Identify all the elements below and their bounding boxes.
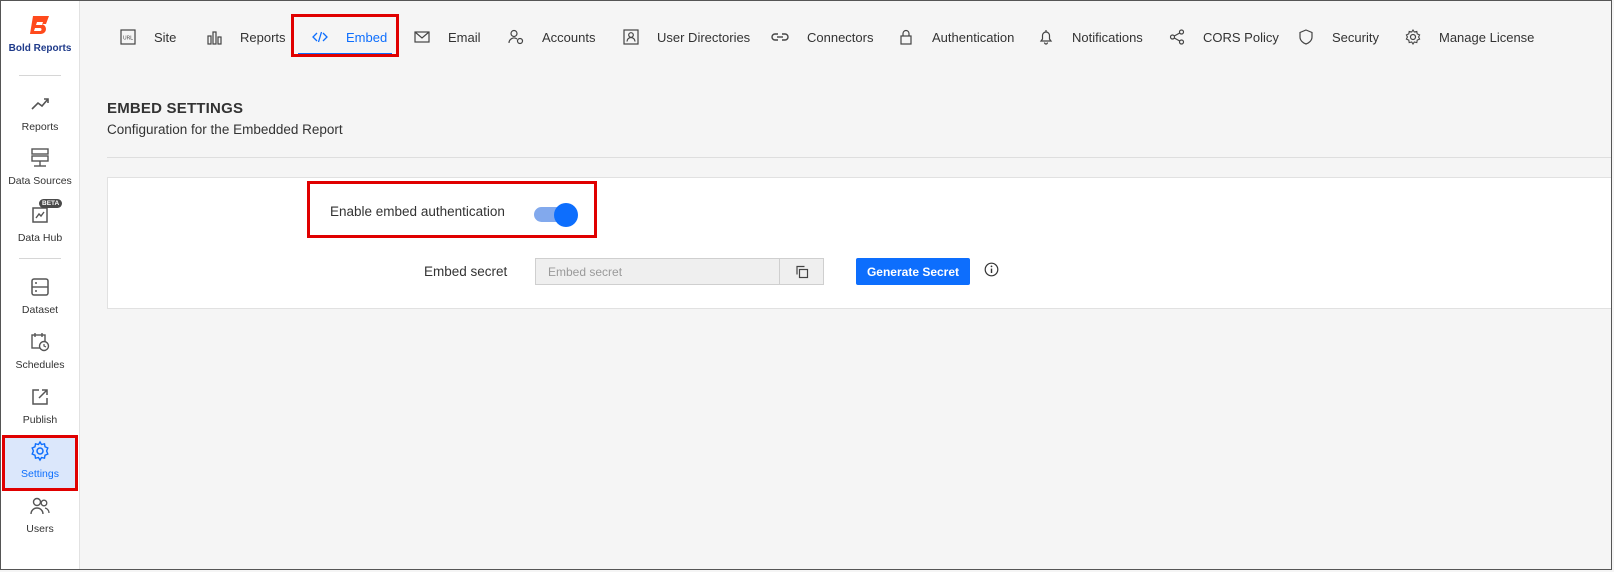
tab-accounts[interactable]: Accounts	[508, 15, 595, 59]
data-sources-icon	[31, 148, 49, 167]
bell-icon	[1039, 30, 1053, 45]
sidebar-item-schedules[interactable]: Schedules	[1, 331, 79, 383]
tab-label: Notifications	[1072, 29, 1143, 45]
users-icon	[30, 497, 50, 515]
sidebar-item-label: Data Sources	[8, 175, 72, 187]
copy-secret-button[interactable]	[779, 258, 824, 285]
brand-logo[interactable]: Bold Reports	[1, 13, 79, 54]
sidebar-item-reports[interactable]: Reports	[1, 93, 79, 145]
sidebar-item-settings[interactable]: Settings	[2, 435, 78, 491]
svg-text:URL: URL	[123, 36, 133, 42]
tab-security[interactable]: Security	[1298, 15, 1379, 59]
tab-notifications[interactable]: Notifications	[1038, 15, 1143, 59]
calendar-clock-icon	[31, 333, 50, 352]
tab-email[interactable]: Email	[414, 15, 481, 59]
sidebar-item-label: Settings	[21, 468, 59, 480]
lock-icon	[900, 29, 912, 45]
tab-label: Manage License	[1439, 29, 1535, 45]
contact-card-icon	[623, 29, 639, 45]
sidebar-item-label: Publish	[22, 414, 58, 426]
tab-label: Connectors	[807, 29, 874, 45]
tab-cors-policy[interactable]: CORS Policy	[1169, 15, 1279, 59]
sidebar-item-label: Data Hub	[17, 232, 63, 244]
toggle-knob	[554, 203, 578, 227]
embed-auth-label: Enable embed authentication	[330, 204, 505, 219]
copy-icon	[795, 265, 808, 278]
sidebar-item-label: Dataset	[21, 304, 59, 316]
tab-connectors[interactable]: Connectors	[771, 15, 873, 59]
tab-label: Site	[154, 29, 177, 45]
tab-label: Email	[448, 29, 481, 45]
beta-badge: BETA	[39, 199, 63, 208]
sidebar-item-label: Users	[26, 523, 54, 535]
link-icon	[771, 33, 789, 41]
tab-user-directories[interactable]: User Directories	[623, 15, 750, 59]
gear-icon	[31, 440, 49, 462]
bar-chart-icon	[207, 31, 222, 45]
generate-secret-button[interactable]: Generate Secret	[856, 258, 970, 285]
tab-label: CORS Policy	[1203, 29, 1279, 45]
sidebar-item-data-hub[interactable]: BETA Data Hub	[1, 199, 79, 256]
info-icon[interactable]	[984, 262, 999, 277]
embed-secret-label: Embed secret	[424, 264, 508, 279]
sidebar-item-label: Reports	[21, 121, 59, 133]
dataset-icon	[31, 278, 49, 296]
content-divider	[107, 157, 1612, 158]
brand-name: Bold Reports	[8, 43, 72, 54]
bold-reports-logo-icon	[30, 16, 49, 34]
tab-label: User Directories	[657, 29, 751, 45]
tab-label: Security	[1332, 29, 1379, 45]
tab-site[interactable]: URL Site	[120, 15, 176, 59]
page-subtitle: Configuration for the Embedded Report	[107, 122, 343, 137]
sidebar-divider	[19, 258, 61, 259]
tab-manage-license[interactable]: Manage License	[1405, 15, 1534, 59]
sidebar-divider	[19, 75, 61, 76]
embed-tab-highlight-box	[291, 14, 399, 57]
shield-icon	[1299, 29, 1313, 45]
tab-reports[interactable]: Reports	[206, 15, 286, 59]
sidebar-item-publish[interactable]: Publish	[1, 386, 79, 438]
sidebar: Bold Reports Reports Data Sources BETA D…	[1, 1, 80, 570]
sidebar-item-users[interactable]: Users	[1, 495, 79, 547]
sidebar-item-dataset[interactable]: Dataset	[1, 276, 79, 328]
license-gear-icon	[1405, 29, 1421, 45]
url-icon: URL	[120, 29, 136, 45]
envelope-icon	[414, 31, 430, 43]
tab-label: Reports	[240, 29, 286, 45]
tab-authentication[interactable]: Authentication	[898, 15, 1014, 59]
trend-chart-icon	[31, 98, 49, 110]
embed-secret-input[interactable]	[535, 258, 780, 285]
publish-icon	[32, 389, 48, 405]
user-gear-icon	[508, 29, 524, 45]
share-nodes-icon	[1169, 29, 1185, 45]
tab-label: Accounts	[542, 29, 596, 45]
sidebar-item-label: Schedules	[15, 359, 65, 371]
tab-label: Authentication	[932, 29, 1015, 45]
page-title: EMBED SETTINGS	[107, 100, 244, 117]
sidebar-item-data-sources[interactable]: Data Sources	[1, 147, 79, 199]
embed-auth-toggle[interactable]	[534, 203, 580, 227]
